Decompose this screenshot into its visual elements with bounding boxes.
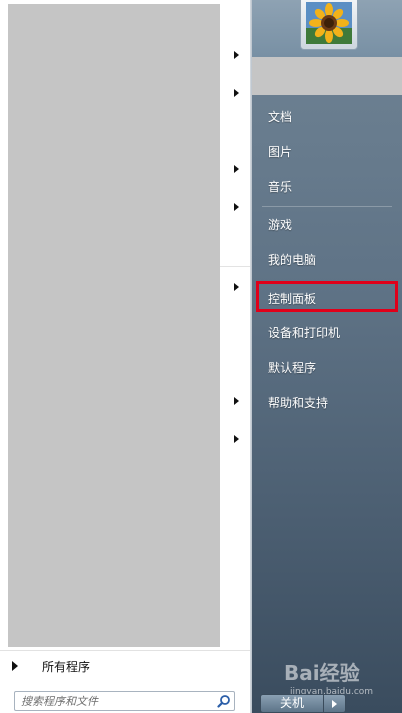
search-icon[interactable] — [217, 694, 231, 708]
menu-item-music[interactable]: 音乐 — [268, 178, 292, 195]
shutdown-options-button[interactable] — [324, 694, 346, 713]
menu-item-pictures[interactable]: 图片 — [268, 143, 292, 160]
menu-item-games[interactable]: 游戏 — [268, 216, 292, 233]
search-box[interactable] — [14, 691, 235, 711]
submenu-arrow-icon[interactable] — [234, 283, 239, 291]
submenu-arrow-icon[interactable] — [234, 165, 239, 173]
menu-item-default-programs[interactable]: 默认程序 — [268, 359, 316, 376]
menu-item-help-support[interactable]: 帮助和支持 — [268, 394, 328, 411]
submenu-arrow-icon[interactable] — [234, 203, 239, 211]
start-menu-right-pane: 文档 图片 音乐 游戏 我的电脑 控制面板 设备和打印机 默认程序 帮助和支持 … — [252, 0, 402, 713]
all-programs-item[interactable]: 所有程序 — [0, 650, 250, 681]
all-programs-label: 所有程序 — [42, 660, 91, 674]
username-redacted[interactable] — [252, 57, 402, 95]
submenu-arrow-icon[interactable] — [234, 435, 239, 443]
pinned-separator — [220, 266, 250, 267]
all-programs-arrow-icon — [12, 661, 18, 671]
watermark-brand: Bai经验 — [284, 661, 360, 685]
submenu-arrow-icon[interactable] — [234, 51, 239, 59]
menu-separator — [262, 206, 392, 207]
sunflower-avatar-icon — [306, 2, 352, 44]
shutdown-arrow-icon — [332, 700, 337, 708]
menu-item-control-panel[interactable]: 控制面板 — [268, 290, 316, 307]
menu-item-documents[interactable]: 文档 — [268, 108, 292, 125]
avatar[interactable] — [300, 0, 358, 50]
start-menu-left-pane: 所有程序 — [0, 0, 251, 713]
menu-item-devices-printers[interactable]: 设备和打印机 — [268, 324, 340, 341]
submenu-arrow-icon[interactable] — [234, 89, 239, 97]
submenu-arrow-icon[interactable] — [234, 397, 239, 405]
menu-item-computer[interactable]: 我的电脑 — [268, 251, 316, 268]
shutdown-button[interactable]: 关机 — [260, 694, 324, 713]
search-input[interactable] — [21, 692, 211, 710]
program-list-redacted — [8, 4, 220, 647]
